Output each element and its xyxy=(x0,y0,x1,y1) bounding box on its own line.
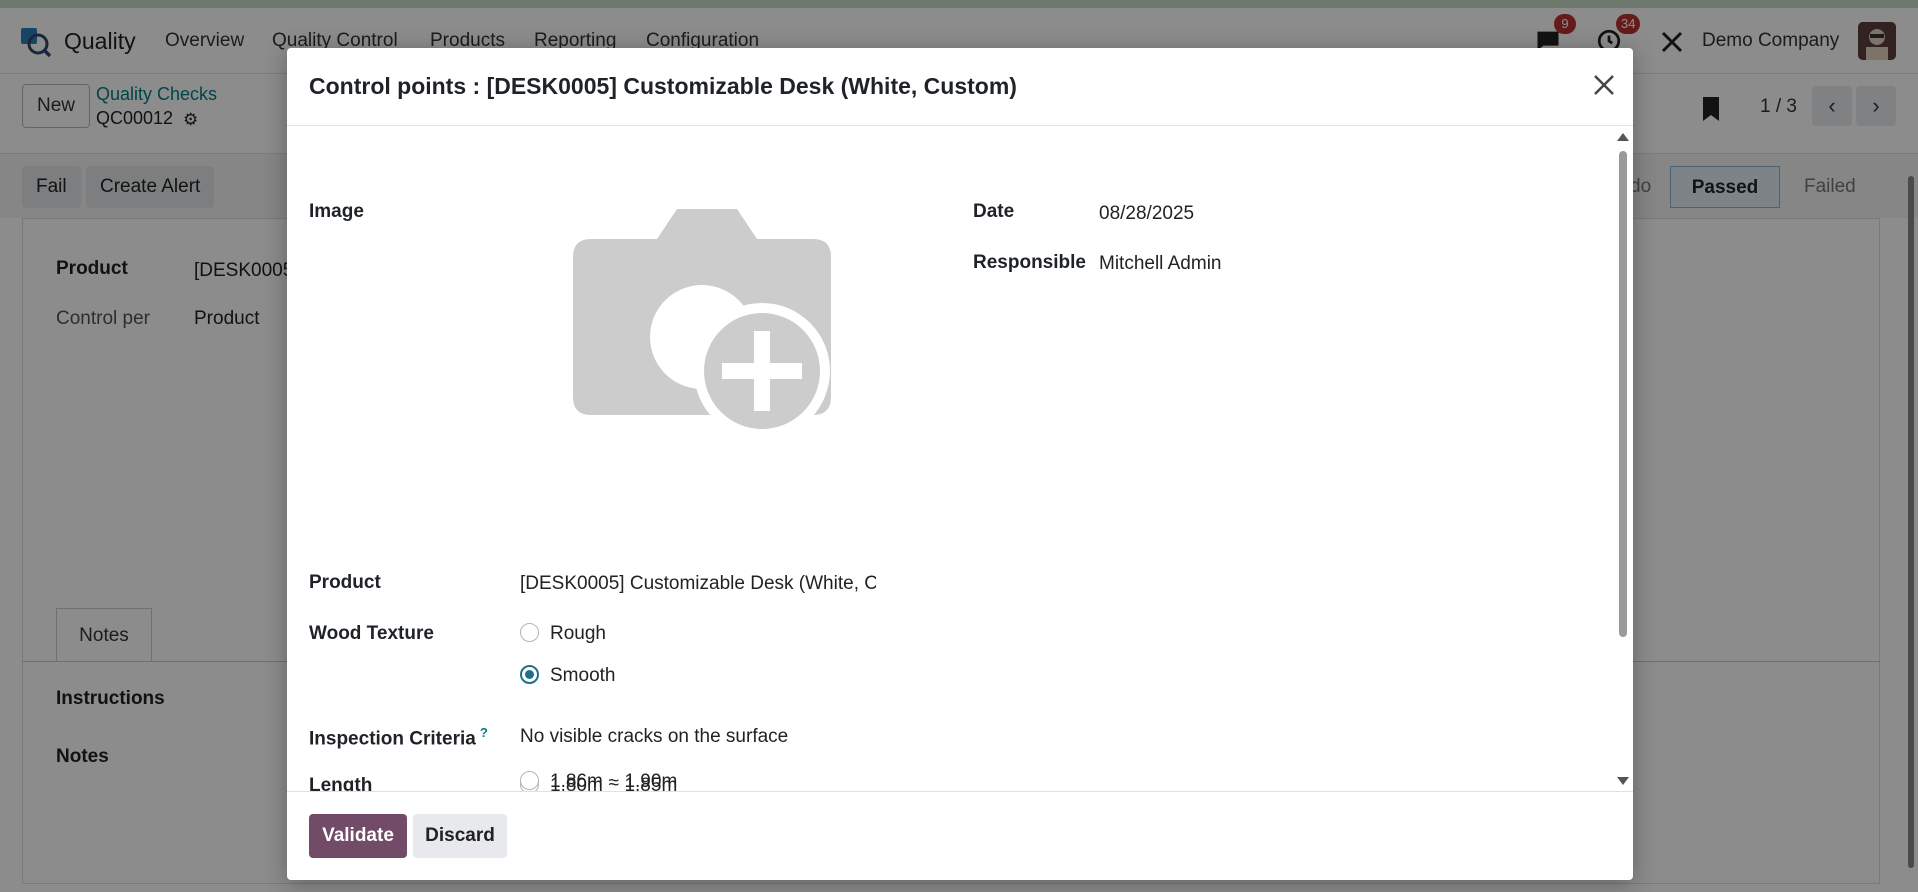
date-field[interactable]: 08/28/2025 xyxy=(1099,203,1194,225)
close-icon[interactable] xyxy=(1587,68,1621,102)
control-point-dialog: Control points : [DESK0005] Customizable… xyxy=(287,48,1633,880)
dialog-scrollbar-thumb[interactable] xyxy=(1619,151,1627,637)
responsible-field[interactable]: Mitchell Admin xyxy=(1099,253,1222,275)
discard-button[interactable]: Discard xyxy=(413,814,507,858)
wood-texture-rough-label[interactable]: Rough xyxy=(550,623,606,645)
scroll-up-arrow-icon[interactable] xyxy=(1617,133,1629,141)
inspection-criteria-label: Inspection Criteria? xyxy=(309,725,488,750)
image-label: Image xyxy=(309,201,364,222)
camera-placeholder-icon[interactable] xyxy=(557,209,847,459)
wood-texture-label: Wood Texture xyxy=(309,623,434,644)
date-label: Date xyxy=(973,201,1015,222)
inspection-criteria-value: No visible cracks on the surface xyxy=(520,726,789,747)
length-option-2-radio[interactable] xyxy=(520,771,539,790)
responsible-label: Responsible xyxy=(973,252,1086,273)
scroll-down-arrow-icon[interactable] xyxy=(1617,777,1629,785)
help-tooltip-icon[interactable]: ? xyxy=(480,725,488,740)
dialog-body: Image Date 08/28/2025 Responsible Mitche… xyxy=(287,127,1633,791)
wood-texture-smooth-radio[interactable] xyxy=(520,665,539,684)
length-label: Length xyxy=(309,775,373,791)
dialog-footer: Validate Discard xyxy=(287,791,1633,880)
dialog-header: Control points : [DESK0005] Customizable… xyxy=(287,48,1633,126)
inspection-criteria-text: Inspection Criteria xyxy=(309,728,476,750)
wood-texture-smooth-label[interactable]: Smooth xyxy=(550,665,615,687)
length-option-2-label[interactable]: 1.86m ~ 1.90m xyxy=(550,771,677,793)
product-field[interactable]: [DESK0005] Customizable Desk (White, Cu xyxy=(520,573,876,595)
dialog-title: Control points : [DESK0005] Customizable… xyxy=(309,73,1017,99)
validate-button[interactable]: Validate xyxy=(309,814,407,858)
wood-texture-rough-radio[interactable] xyxy=(520,623,539,642)
product-label: Product xyxy=(309,572,381,593)
